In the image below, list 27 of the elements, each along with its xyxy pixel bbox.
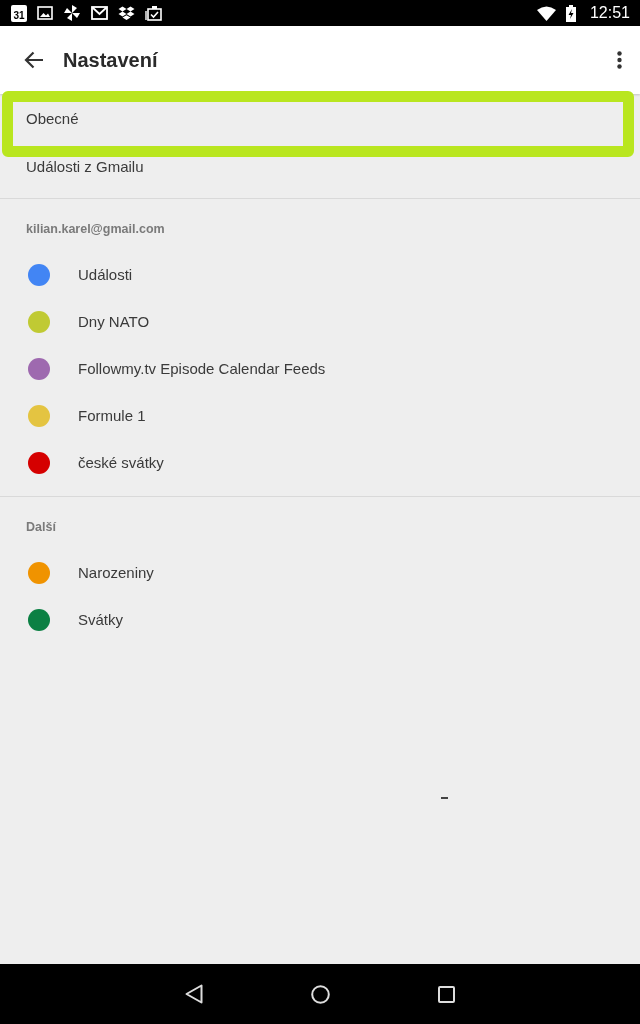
settings-item[interactable]: Obecné	[26, 109, 79, 127]
settings-item[interactable]: Události z Gmailu	[26, 157, 144, 175]
section-header: Další	[26, 520, 56, 534]
back-arrow-icon[interactable]	[24, 51, 44, 69]
recents-square-icon[interactable]	[438, 985, 455, 1003]
dash-mark	[441, 797, 448, 799]
diamonds-icon	[118, 5, 135, 21]
calendar-name[interactable]: Dny NATO	[78, 313, 150, 330]
calendar-name[interactable]: Followmy.tv Episode Calendar Feeds	[78, 360, 326, 377]
home-circle-icon[interactable]	[311, 984, 330, 1004]
calendar-name[interactable]: Narozeniny	[78, 564, 154, 581]
calendar-name[interactable]: Svátky	[78, 611, 123, 628]
image-icon	[37, 6, 53, 20]
calendar-icon: 31	[11, 4, 27, 22]
calendar-name[interactable]: Formule 1	[78, 407, 146, 424]
battery-charging-icon	[565, 4, 576, 22]
wifi-icon	[536, 5, 556, 21]
clock-time: 12:51	[589, 4, 630, 22]
screen-title: Nastavení	[63, 48, 158, 72]
calendar-name[interactable]: Události	[78, 266, 133, 283]
clipboard-check-icon	[145, 5, 162, 21]
back-triangle-icon[interactable]	[185, 984, 203, 1004]
mail-icon	[91, 6, 108, 20]
pinwheel-icon	[63, 4, 81, 22]
section-header: kilian.karel@gmail.com	[26, 222, 165, 236]
more-menu-icon[interactable]	[617, 51, 622, 69]
calendar-name[interactable]: české svátky	[78, 454, 164, 471]
